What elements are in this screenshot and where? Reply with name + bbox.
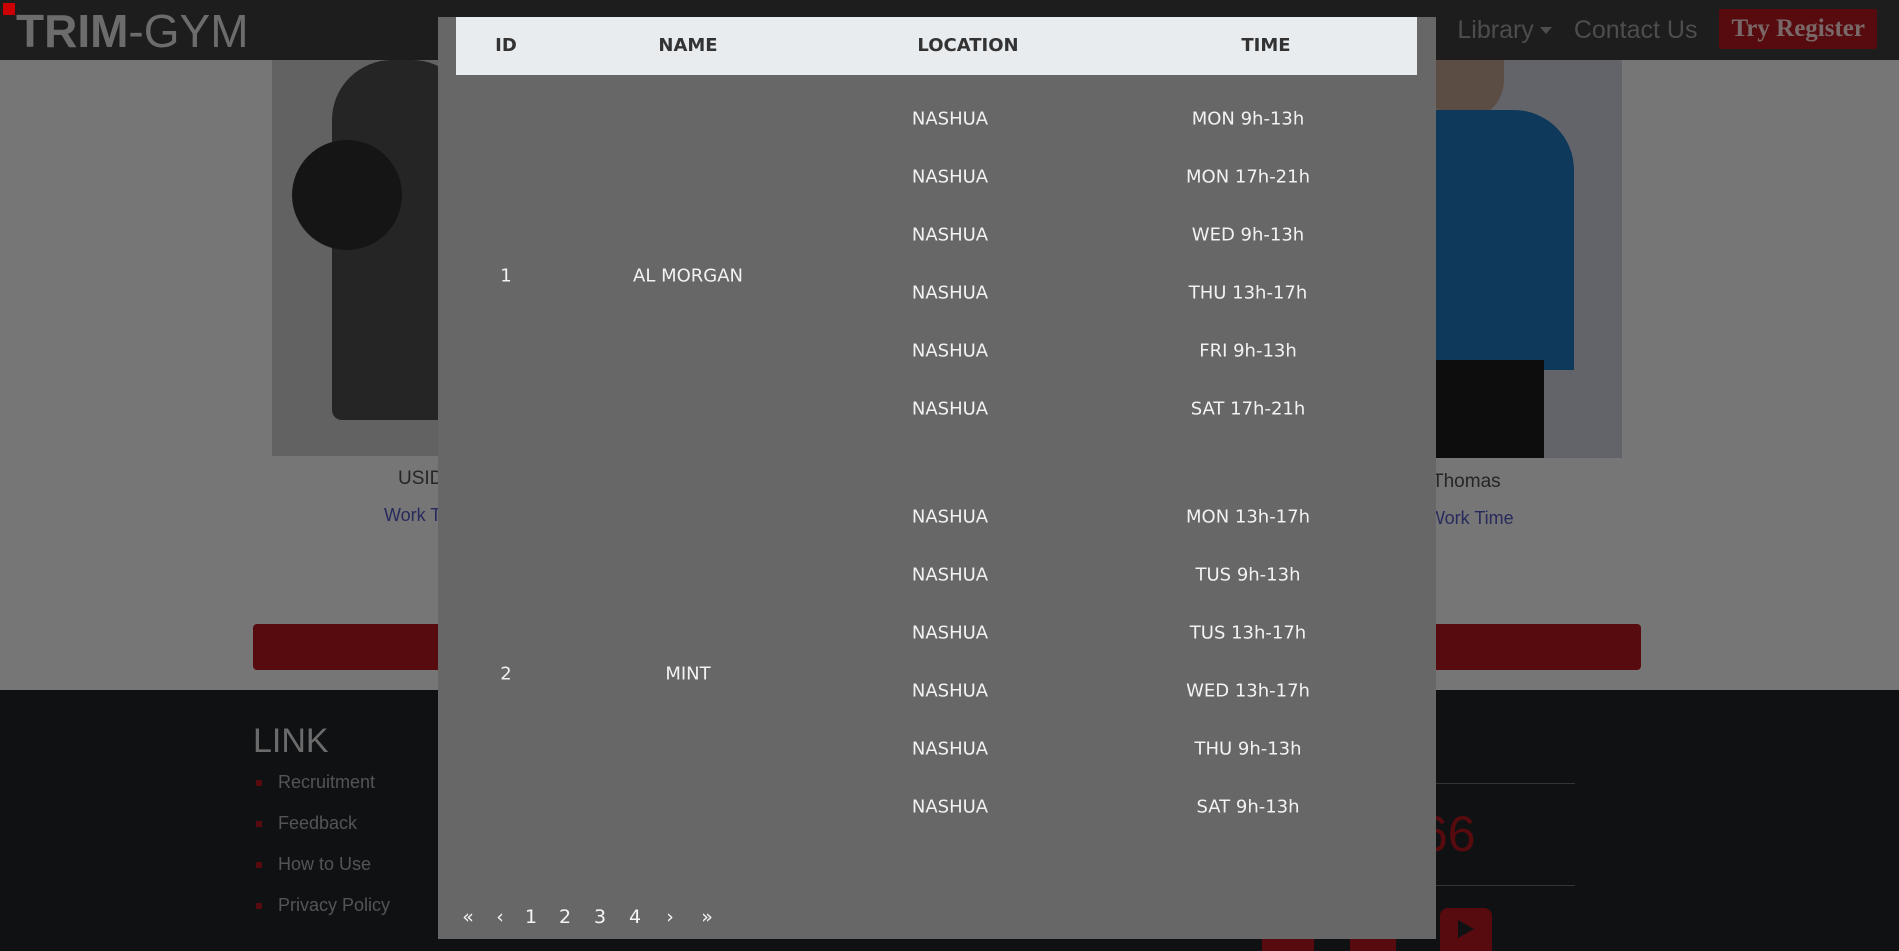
column-header-name: NAME	[658, 35, 718, 56]
page-2-button[interactable]: 2	[559, 905, 571, 929]
page-3-button[interactable]: 3	[594, 905, 606, 929]
row-location: NASHUA	[911, 680, 989, 702]
row-location: NASHUA	[911, 282, 989, 304]
row-location: NASHUA	[911, 738, 989, 760]
row-location: NASHUA	[911, 506, 989, 528]
row-time: SAT 17h-21h	[1190, 398, 1306, 420]
row-location: NASHUA	[911, 796, 989, 818]
row-name: AL MORGAN	[633, 265, 743, 287]
page-1-button[interactable]: 1	[525, 905, 537, 929]
column-header-time: TIME	[1241, 35, 1291, 56]
row-time: MON 13h-17h	[1185, 506, 1311, 528]
row-id: 2	[500, 663, 512, 685]
prev-page-button[interactable]: ‹	[496, 905, 504, 929]
row-location: NASHUA	[911, 398, 989, 420]
schedule-modal: ID NAME LOCATION TIME 1 AL MORGAN NASHUA…	[438, 17, 1436, 939]
column-header-location: LOCATION	[917, 35, 1019, 56]
row-location: NASHUA	[911, 340, 989, 362]
row-time: FRI 9h-13h	[1199, 340, 1297, 362]
marker-dot	[3, 3, 15, 15]
first-page-button[interactable]: «	[462, 905, 474, 929]
row-location: NASHUA	[911, 564, 989, 586]
row-time: TUS 9h-13h	[1195, 564, 1301, 586]
table-header: ID NAME LOCATION TIME	[456, 17, 1417, 75]
row-time: WED 13h-17h	[1186, 680, 1310, 702]
row-time: SAT 9h-13h	[1196, 796, 1300, 818]
page-4-button[interactable]: 4	[629, 905, 641, 929]
next-page-button[interactable]: ›	[666, 905, 674, 929]
row-time: TUS 13h-17h	[1189, 622, 1307, 644]
row-time: MON 9h-13h	[1191, 108, 1305, 130]
row-time: WED 9h-13h	[1191, 224, 1305, 246]
row-time: THU 13h-17h	[1188, 282, 1308, 304]
row-name: MINT	[665, 663, 711, 685]
row-location: NASHUA	[911, 166, 989, 188]
row-location: NASHUA	[911, 622, 989, 644]
last-page-button[interactable]: »	[701, 905, 713, 929]
row-location: NASHUA	[911, 108, 989, 130]
row-time: MON 17h-21h	[1185, 166, 1311, 188]
row-time: THU 9h-13h	[1194, 738, 1302, 760]
row-location: NASHUA	[911, 224, 989, 246]
row-id: 1	[500, 265, 512, 287]
column-header-id: ID	[495, 35, 517, 56]
